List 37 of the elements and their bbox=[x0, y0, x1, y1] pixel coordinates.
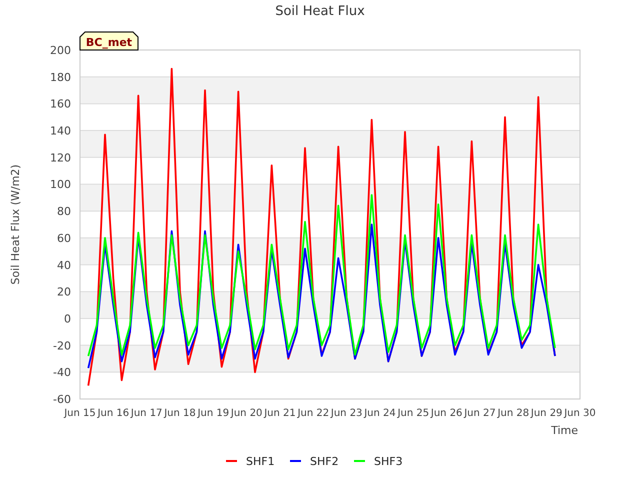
x-tick-label: Jun 30 bbox=[564, 408, 596, 419]
y-tick-label: 140 bbox=[50, 124, 71, 138]
x-tick-label: Jun 29 bbox=[530, 408, 562, 419]
x-tick-label: Jun 20 bbox=[230, 408, 262, 419]
y-tick-label: 0 bbox=[64, 312, 71, 326]
x-tick-label: Jun 24 bbox=[364, 408, 396, 419]
x-tick-label: Jun 21 bbox=[264, 408, 296, 419]
x-tick-label: Jun 23 bbox=[330, 408, 362, 419]
x-tick-label: Jun 15 bbox=[64, 408, 96, 419]
x-tick-label: Jun 28 bbox=[498, 408, 530, 419]
y-tick-label: 60 bbox=[57, 232, 71, 245]
x-tick-label: Jun 19 bbox=[198, 408, 230, 419]
x-tick-label: Jun 16 bbox=[98, 408, 130, 419]
x-tick-label: Jun 17 bbox=[130, 408, 162, 419]
x-tick-label: Jun 27 bbox=[464, 408, 496, 419]
y-tick-label: 200 bbox=[50, 44, 71, 57]
y-tick-label: 20 bbox=[57, 286, 71, 299]
y-tick-label: -20 bbox=[53, 339, 71, 352]
y-axis-label: Soil Heat Flux (W/m2) bbox=[9, 164, 22, 285]
y-tick-label: 120 bbox=[50, 151, 71, 164]
y-tick-label: 100 bbox=[50, 178, 71, 192]
y-tick-label: 160 bbox=[50, 98, 71, 111]
x-tick-label: Jun 18 bbox=[164, 408, 196, 419]
site-badge: BC_met bbox=[80, 32, 138, 50]
y-tick-label: 180 bbox=[50, 70, 71, 84]
legend-label: SHF2 bbox=[310, 455, 339, 468]
chart-title: Soil Heat Flux bbox=[275, 4, 365, 19]
legend-label: SHF1 bbox=[246, 455, 275, 468]
x-tick-label: Jun 25 bbox=[398, 408, 430, 419]
y-tick-label: -60 bbox=[53, 393, 71, 406]
y-tick-label: -40 bbox=[53, 366, 71, 380]
y-tick-label: 40 bbox=[57, 258, 71, 272]
legend-label: SHF3 bbox=[374, 455, 403, 468]
x-axis-label: Time bbox=[551, 424, 578, 437]
x-tick-label: Jun 22 bbox=[298, 408, 330, 419]
x-tick-label: Jun 26 bbox=[430, 408, 462, 419]
y-tick-label: 80 bbox=[57, 205, 71, 218]
